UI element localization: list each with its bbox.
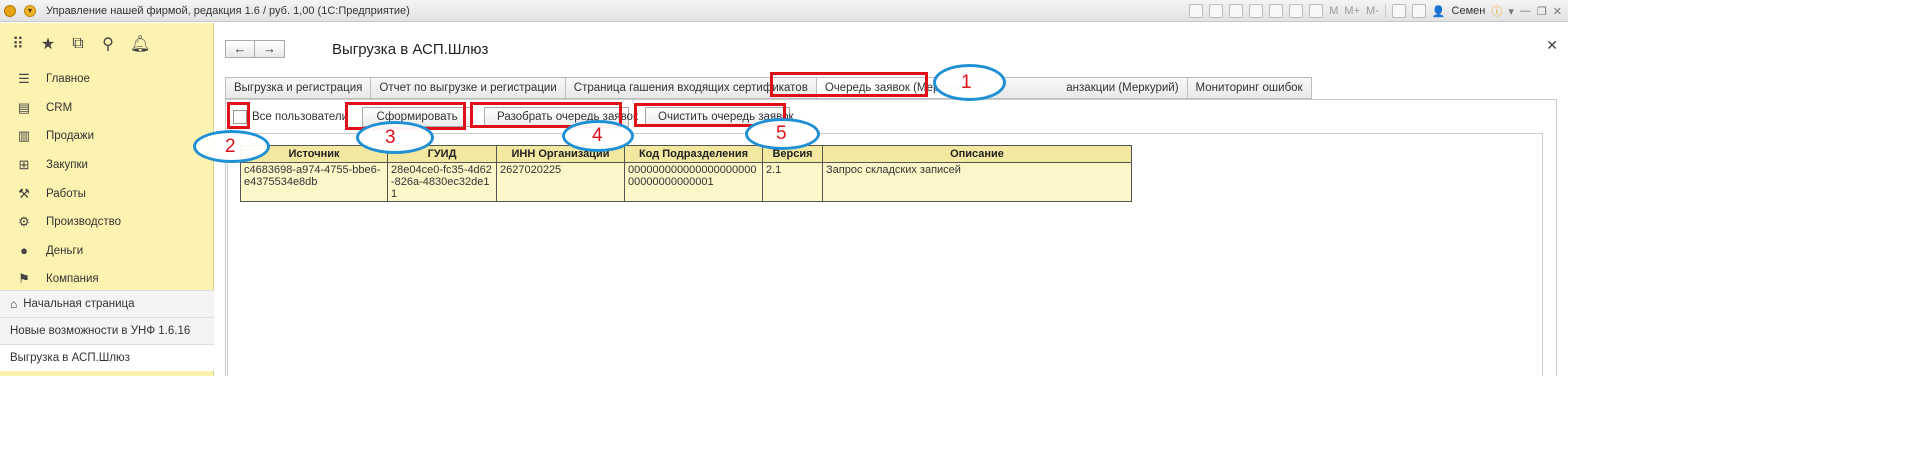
titlebar-tools: M M+ M- 👤 Семен ⓘ ▾ — ❐ ✕ bbox=[1189, 3, 1562, 19]
open-window-asp-export[interactable]: Выгрузка в АСП.Шлюз bbox=[0, 344, 214, 371]
open-windows-list: ⌂ Начальная страница Новые возможности в … bbox=[0, 290, 214, 371]
forward-button[interactable]: → bbox=[255, 40, 285, 58]
user-name[interactable]: Семен bbox=[1452, 5, 1486, 17]
memory-plus-button[interactable]: M+ bbox=[1344, 5, 1360, 17]
column-header-description[interactable]: Описание bbox=[822, 145, 1132, 163]
home-icon: ⌂ bbox=[10, 297, 18, 311]
open-window-label: Новые возможности в УНФ 1.6.16 bbox=[10, 325, 191, 337]
main-menu-icon[interactable]: ▾ bbox=[24, 4, 36, 17]
request-queue-table: Источник ГУИД ИНН Организации Код Подраз… bbox=[240, 145, 1132, 202]
back-button[interactable]: ← bbox=[225, 40, 255, 58]
memory-minus-button[interactable]: M- bbox=[1366, 5, 1379, 17]
table-icon[interactable] bbox=[1289, 4, 1304, 18]
sidebar-item-label: Продажи bbox=[46, 130, 95, 143]
cell-source[interactable]: c4683698-a974-4755-bbe6-e4375534e8db bbox=[240, 162, 388, 202]
callout-number-2: 2 bbox=[225, 136, 236, 157]
minimize-icon[interactable]: — bbox=[1520, 5, 1531, 17]
sidebar-item-production[interactable]: ⚙ Производство bbox=[0, 208, 213, 237]
navigation-buttons: ← → bbox=[225, 40, 285, 58]
cell-inn[interactable]: 2627020225 bbox=[496, 162, 625, 202]
sidebar-item-sales[interactable]: ▥ Продажи bbox=[0, 122, 213, 151]
sidebar-item-label: Производство bbox=[46, 216, 121, 229]
window-titlebar: ▾ Управление нашей фирмой, редакция 1.6 … bbox=[0, 0, 1568, 22]
export-icon[interactable] bbox=[1249, 4, 1264, 18]
crm-icon: ▤ bbox=[17, 99, 31, 115]
print-icon[interactable] bbox=[1209, 4, 1224, 18]
close-icon[interactable]: ✕ bbox=[1546, 37, 1558, 54]
separator bbox=[1384, 4, 1386, 18]
highlight-box-tab bbox=[770, 72, 928, 97]
sidebar: ⠿ ★ ⧉ ⚲ 🔔︎ ☰ Главное ▤ CRM ▥ Продажи ⊞ Закуп… bbox=[0, 23, 214, 376]
memory-m-button[interactable]: M bbox=[1329, 5, 1338, 17]
chevron-down-icon[interactable]: ▾ bbox=[1508, 5, 1514, 18]
tab-bar: Выгрузка и регистрация Отчет по выгрузке… bbox=[225, 77, 1312, 99]
cell-guid[interactable]: 28e04ce0-fc35-4d62-826a-4830ec32de11 bbox=[387, 162, 497, 202]
sidebar-item-money[interactable]: ● Деньги bbox=[0, 237, 213, 266]
bell-icon[interactable]: 🔔︎ bbox=[130, 34, 150, 54]
open-window-label: Выгрузка в АСП.Шлюз bbox=[10, 352, 130, 364]
sidebar-item-label: Деньги bbox=[46, 244, 84, 257]
sidebar-toolbar: ⠿ ★ ⧉ ⚲ 🔔︎ bbox=[0, 23, 213, 65]
history-icon[interactable]: ⧉ bbox=[70, 35, 86, 53]
highlight-box-checkbox bbox=[227, 102, 250, 129]
save-icon[interactable] bbox=[1189, 4, 1204, 18]
tab-transactions[interactable]: анзакции (Меркурий) bbox=[981, 77, 1187, 99]
callout-number-5: 5 bbox=[776, 123, 787, 144]
star-icon[interactable]: ★ bbox=[40, 34, 56, 54]
menu-lines-icon: ☰ bbox=[18, 71, 30, 87]
attach-icon[interactable] bbox=[1229, 4, 1244, 18]
user-icon: 👤 bbox=[1431, 5, 1446, 18]
flag-icon: ⚑ bbox=[18, 271, 30, 287]
coin-icon: ● bbox=[20, 243, 28, 259]
import-icon[interactable] bbox=[1269, 4, 1284, 18]
table-row[interactable]: c4683698-a974-4755-bbe6-e4375534e8db 28e… bbox=[240, 162, 1132, 202]
1c-logo-icon[interactable] bbox=[4, 4, 16, 17]
cell-version[interactable]: 2.1 bbox=[762, 162, 823, 202]
sidebar-item-label: CRM bbox=[46, 101, 73, 114]
sidebar-item-label: Работы bbox=[46, 187, 86, 200]
tab-export-report[interactable]: Отчет по выгрузке и регистрации bbox=[370, 77, 565, 99]
apps-grid-icon[interactable]: ⠿ bbox=[10, 34, 26, 54]
zoom-icon[interactable] bbox=[1391, 4, 1406, 18]
sidebar-item-label: Компания bbox=[46, 273, 99, 286]
tools-icon: ⚒ bbox=[18, 185, 30, 201]
panels-icon[interactable] bbox=[1411, 4, 1426, 18]
callout-number-1: 1 bbox=[961, 72, 972, 93]
open-window-whats-new[interactable]: Новые возможности в УНФ 1.6.16 bbox=[0, 317, 214, 344]
sidebar-item-label: Закупки bbox=[46, 159, 88, 172]
sidebar-item-purchases[interactable]: ⊞ Закупки bbox=[0, 151, 213, 180]
tab-error-monitoring[interactable]: Мониторинг ошибок bbox=[1186, 77, 1312, 99]
sidebar-item-main[interactable]: ☰ Главное bbox=[0, 65, 213, 94]
sidebar-item-works[interactable]: ⚒ Работы bbox=[0, 179, 213, 208]
cart-icon: ⊞ bbox=[18, 157, 30, 173]
sidebar-item-label: Главное bbox=[46, 73, 90, 86]
callout-number-4: 4 bbox=[592, 125, 603, 146]
gear-icon: ⚙ bbox=[18, 214, 30, 230]
close-window-icon[interactable]: ✕ bbox=[1553, 5, 1562, 18]
open-window-label: Начальная страница bbox=[23, 298, 135, 310]
cell-description[interactable]: Запрос складских записей bbox=[822, 162, 1132, 202]
search-icon[interactable]: ⚲ bbox=[100, 34, 116, 54]
tab-transactions-label: анзакции (Меркурий) bbox=[1066, 82, 1179, 94]
cell-division-code[interactable]: 00000000000000000000000000000000001 bbox=[624, 162, 763, 202]
info-icon[interactable]: ⓘ bbox=[1491, 3, 1502, 19]
tab-export-registration[interactable]: Выгрузка и регистрация bbox=[225, 77, 371, 99]
sidebar-item-crm[interactable]: ▤ CRM bbox=[0, 94, 213, 123]
open-window-home[interactable]: ⌂ Начальная страница bbox=[0, 290, 214, 317]
callout-number-3: 3 bbox=[385, 127, 396, 148]
window-title: Управление нашей фирмой, редакция 1.6 / … bbox=[46, 4, 410, 17]
column-header-division-code[interactable]: Код Подразделения bbox=[624, 145, 763, 163]
calendar-icon[interactable] bbox=[1309, 4, 1324, 18]
restore-icon[interactable]: ❐ bbox=[1537, 5, 1547, 18]
all-users-label: Все пользователи bbox=[252, 111, 349, 123]
cash-register-icon: ▥ bbox=[17, 128, 31, 144]
page-title: Выгрузка в АСП.Шлюз bbox=[332, 41, 489, 58]
